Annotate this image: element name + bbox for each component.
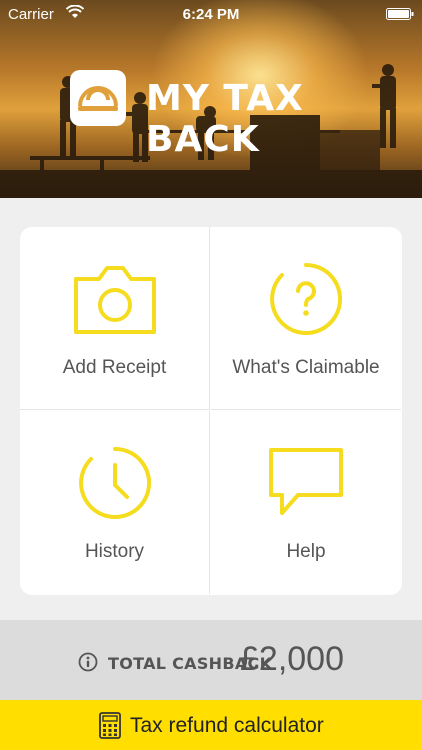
clock-icon [78, 447, 151, 519]
add-receipt-button[interactable]: Add Receipt [20, 227, 210, 410]
help-button[interactable]: Help [211, 411, 401, 594]
speech-bubble-icon [269, 448, 343, 515]
question-circle-icon [270, 263, 343, 335]
status-time: 6:24 PM [182, 6, 240, 23]
camera-icon [73, 266, 156, 334]
menu-grid: Add Receipt What's Claimable History Hel… [20, 227, 402, 595]
help-label: Help [286, 541, 326, 562]
cashback-panel: TOTAL CASHBACK £2,000 [0, 620, 422, 700]
hero-banner: Carrier 6:24 PM MY TAX BACK [0, 0, 422, 198]
tax-refund-calculator-button[interactable]: Tax refund calculator [0, 700, 422, 750]
history-button[interactable]: History [20, 411, 210, 594]
status-bar: Carrier 6:24 PM [0, 0, 422, 28]
tax-refund-calculator-label: Tax refund calculator [130, 714, 324, 737]
whats-claimable-button[interactable]: What's Claimable [211, 227, 401, 410]
app-name: MY TAX BACK [146, 78, 304, 160]
total-cashback-amount: £2,000 [240, 640, 344, 678]
whats-claimable-label: What's Claimable [232, 357, 380, 378]
info-icon[interactable] [78, 652, 98, 672]
history-label: History [84, 541, 145, 562]
battery-icon [386, 8, 414, 20]
add-receipt-label: Add Receipt [62, 357, 167, 378]
app-logo-icon [70, 70, 126, 126]
calculator-icon [99, 712, 121, 739]
